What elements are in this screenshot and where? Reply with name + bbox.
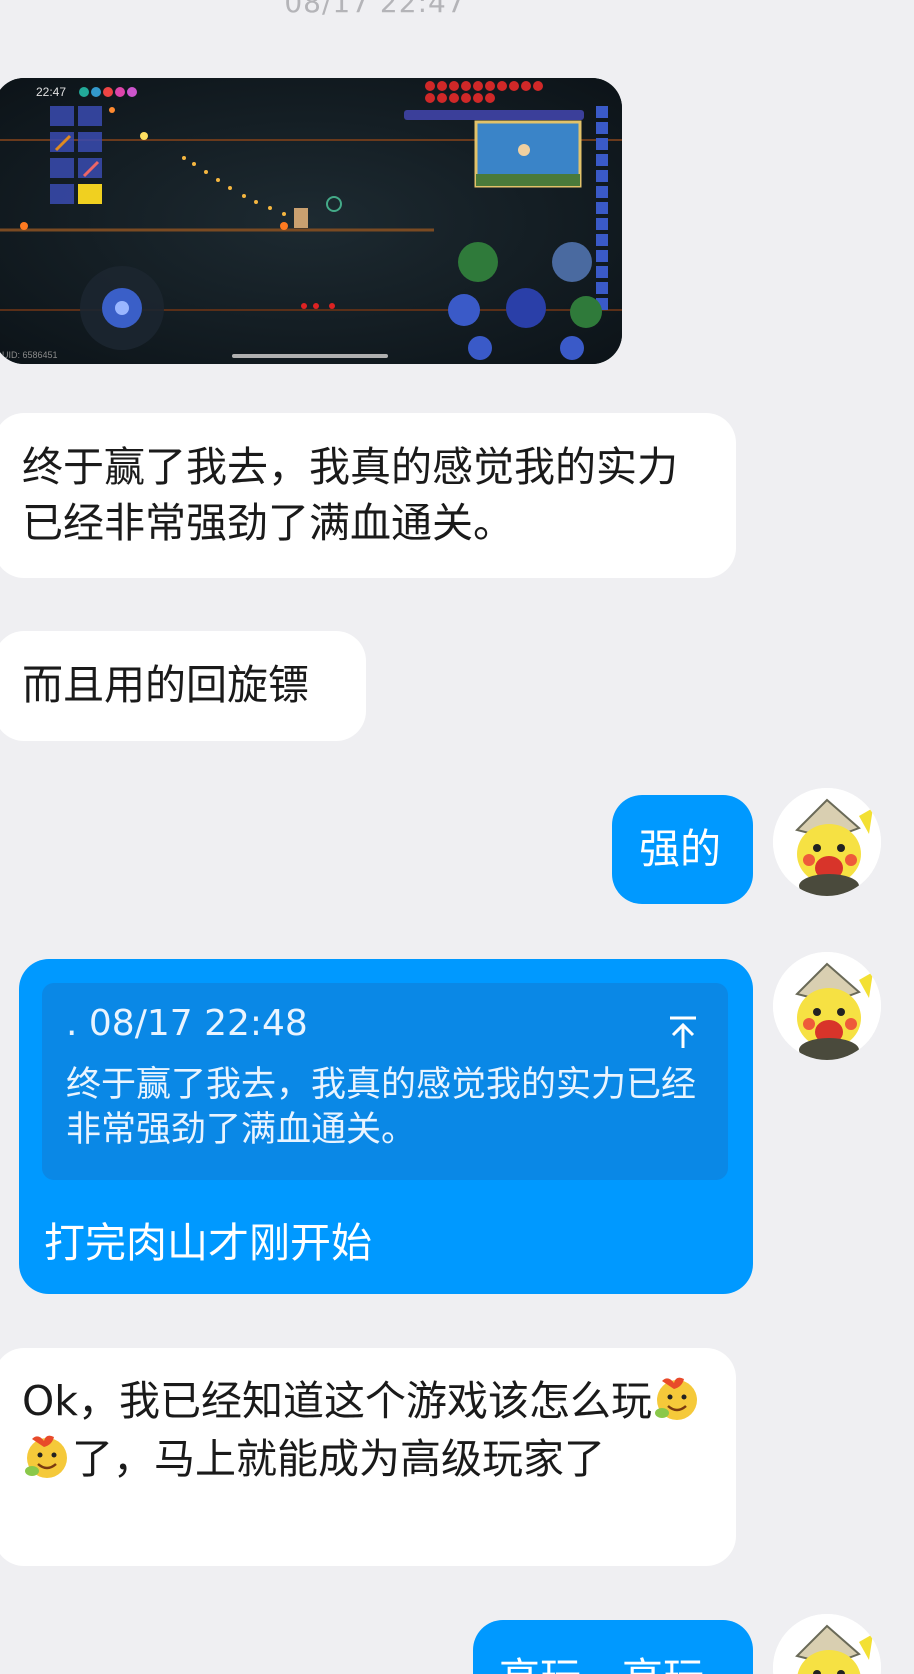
sent-message-bubble[interactable]: 强的 — [612, 795, 753, 904]
message-text: 高玩，高玩 — [499, 1654, 704, 1674]
quoted-message[interactable]: . 08/17 22:48 终于赢了我去，我真的感觉我的实力已经非常强劲了满血通… — [42, 983, 728, 1180]
message-text: 而且用的回旋镖 — [22, 661, 309, 709]
chat-screen: 08/17 22:47 22:47 UID: 6586451 终于赢了我去，我真… — [0, 0, 914, 1674]
sent-message-bubble[interactable]: 高玩，高玩 — [473, 1620, 753, 1674]
user-avatar[interactable] — [773, 788, 881, 896]
user-avatar[interactable] — [773, 952, 881, 1060]
sweat-smile-emoji-icon — [25, 1435, 67, 1478]
message-text-part1: Ok，我已经知道这个游戏该怎么玩 — [22, 1377, 653, 1425]
message-text: 打完肉山才刚开始 — [44, 1219, 372, 1267]
quoted-message-text: 终于赢了我去，我真的感觉我的实力已经非常强劲了满血通关。 — [66, 1065, 697, 1150]
arrow-up-to-top-icon[interactable] — [668, 1015, 698, 1049]
pikachu-avatar-icon — [773, 952, 881, 1060]
message-timestamp: 08/17 22:47 — [284, 0, 466, 19]
message-text: 强的 — [639, 825, 721, 873]
sent-reply-bubble[interactable]: . 08/17 22:48 终于赢了我去，我真的感觉我的实力已经非常强劲了满血通… — [19, 959, 753, 1294]
received-message-bubble[interactable]: 终于赢了我去，我真的感觉我的实力已经非常强劲了满血通关。 — [0, 413, 736, 578]
game-uid: UID: 6586451 — [2, 350, 58, 360]
game-clock: 22:47 — [36, 85, 66, 99]
message-text-part2: 了，马上就能成为高级玩家了 — [72, 1435, 605, 1483]
received-message-bubble[interactable]: 而且用的回旋镖 — [0, 631, 366, 741]
game-screenshot-image[interactable]: 22:47 UID: 6586451 — [0, 78, 622, 364]
sweat-smile-emoji-icon — [655, 1377, 698, 1420]
message-text: 终于赢了我去，我真的感觉我的实力已经非常强劲了满血通关。 — [22, 443, 678, 547]
received-message-bubble[interactable]: Ok，我已经知道这个游戏该怎么玩 了，马上就能成为高级玩家了 — [0, 1348, 736, 1566]
pikachu-avatar-icon — [773, 1614, 881, 1674]
user-avatar[interactable] — [773, 1614, 881, 1674]
pikachu-avatar-icon — [773, 788, 881, 896]
quoted-message-time: . 08/17 22:48 — [66, 1003, 308, 1044]
